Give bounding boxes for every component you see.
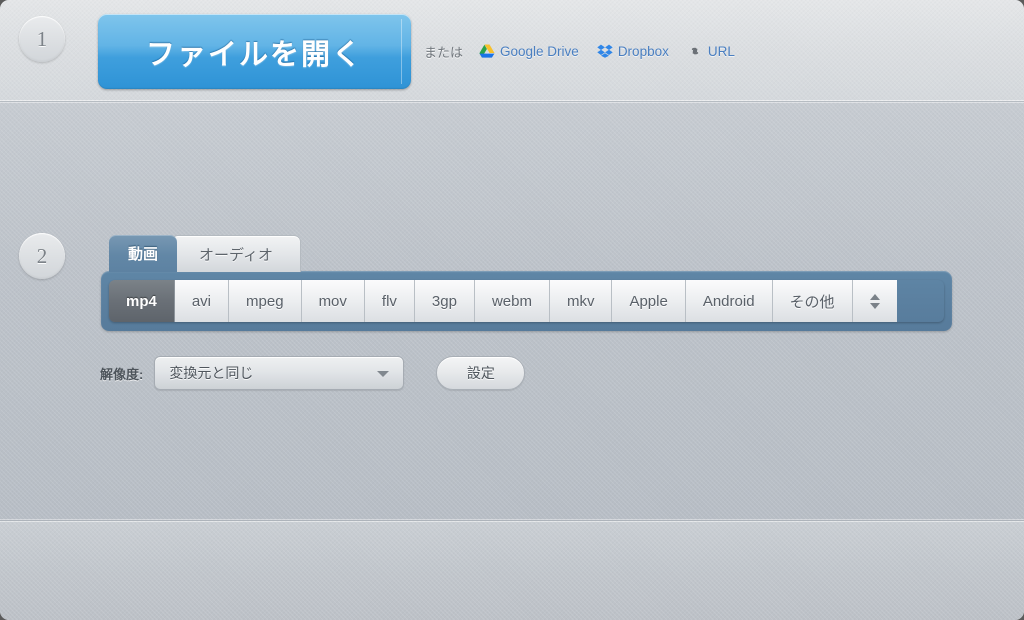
- dropbox-icon: [597, 44, 613, 58]
- open-file-button[interactable]: ファイルを開く: [98, 14, 411, 89]
- source-links-row: または Google Drive Dropbox URL: [424, 41, 753, 61]
- step-1-badge: 1: [19, 16, 65, 62]
- format-option-mp4[interactable]: mp4: [109, 280, 175, 322]
- stepper-arrows: [869, 293, 880, 309]
- format-option-mpeg[interactable]: mpeg: [229, 280, 302, 322]
- link-chain-icon: [687, 44, 703, 58]
- or-label: または: [424, 44, 464, 60]
- format-option-3gp[interactable]: 3gp: [414, 280, 475, 322]
- chevron-down-icon: [377, 371, 390, 377]
- panel-texture-3: [0, 521, 1024, 620]
- format-option-android[interactable]: Android: [685, 280, 773, 322]
- format-list: mp4 avi mpeg mov flv 3gp webm mkv Apple …: [109, 280, 944, 322]
- up-down-stepper-icon[interactable]: [852, 280, 897, 322]
- arrow-up-icon: [869, 293, 880, 300]
- step-2-panel: 2 動画 オーディオ mp4 avi mpeg mov flv 3gp webm…: [0, 102, 1024, 521]
- dropbox-link[interactable]: Dropbox: [597, 44, 669, 59]
- step-1-panel: 1 ファイルを開く または Google Drive Dropbox URL: [0, 0, 1024, 102]
- arrow-down-icon: [869, 302, 880, 309]
- format-option-webm[interactable]: webm: [474, 280, 550, 322]
- google-drive-link-label: Google Drive: [500, 43, 579, 59]
- tab-video[interactable]: 動画: [109, 235, 178, 272]
- google-drive-link[interactable]: Google Drive: [479, 44, 579, 59]
- file-converter-app: 1 ファイルを開く または Google Drive Dropbox URL 2…: [0, 0, 1024, 620]
- format-option-avi[interactable]: avi: [174, 280, 230, 322]
- step-3-panel: 3 変換: [0, 521, 1024, 620]
- media-type-tabs: 動画 オーディオ: [109, 232, 301, 272]
- settings-button[interactable]: 設定: [436, 356, 526, 390]
- resolution-select[interactable]: 変換元と同じ: [154, 356, 405, 390]
- format-option-mov[interactable]: mov: [301, 280, 365, 322]
- url-link[interactable]: URL: [687, 44, 735, 59]
- format-selector-bar: mp4 avi mpeg mov flv 3gp webm mkv Apple …: [101, 271, 952, 331]
- format-option-flv[interactable]: flv: [364, 280, 415, 322]
- format-option-mkv[interactable]: mkv: [549, 280, 613, 322]
- resolution-label: 解像度:: [100, 366, 144, 382]
- url-link-label: URL: [707, 43, 735, 59]
- dropbox-link-label: Dropbox: [617, 43, 669, 59]
- resolution-select-value: 変換元と同じ: [169, 365, 254, 381]
- tab-audio[interactable]: オーディオ: [171, 235, 301, 272]
- step-2-badge: 2: [19, 233, 65, 279]
- google-drive-icon: [479, 44, 495, 58]
- format-option-apple[interactable]: Apple: [612, 280, 686, 322]
- format-option-other[interactable]: その他: [772, 280, 853, 322]
- resolution-row: 解像度: 変換元と同じ 設定: [100, 355, 526, 391]
